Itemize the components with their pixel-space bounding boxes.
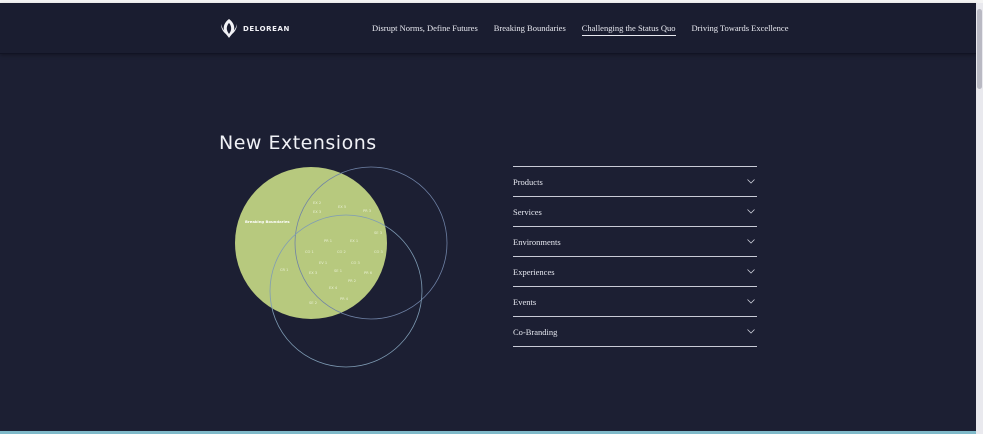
accordion-label: Experiences <box>513 266 555 277</box>
chevron-down-icon <box>747 299 755 304</box>
accordion-label: Environments <box>513 236 561 247</box>
venn-highlight-label: Breaking Boundaries <box>245 219 290 224</box>
venn-label: EX 3 <box>309 271 317 275</box>
venn-label: PR 3 <box>363 209 371 213</box>
venn-label: CR 1 <box>280 268 288 272</box>
venn-circle-highlight[interactable] <box>235 167 387 319</box>
venn-label: PR 2 <box>348 279 356 283</box>
logo-wordmark: DELOREAN <box>243 25 291 33</box>
chevron-down-icon <box>747 209 755 214</box>
main-nav: Disrupt Norms, Define Futures Breaking B… <box>372 23 804 36</box>
nav-link-driving-excellence[interactable]: Driving Towards Excellence <box>692 23 789 36</box>
venn-label: SE 3 <box>374 231 382 235</box>
site-header: DELOREAN Disrupt Norms, Define Futures B… <box>0 3 976 53</box>
chevron-down-icon <box>747 179 755 184</box>
delorean-logo-icon <box>221 19 237 38</box>
chevron-down-icon <box>747 329 755 334</box>
nav-link-challenging-status-quo[interactable]: Challenging the Status Quo <box>581 23 676 36</box>
accordion-label: Services <box>513 206 542 217</box>
nav-link-breaking-boundaries[interactable]: Breaking Boundaries <box>494 23 566 36</box>
accordion-item-services[interactable]: Services <box>513 196 757 226</box>
venn-diagram: Breaking Boundaries EX 2 EX 3 EX 5 PR 3 … <box>225 158 460 373</box>
venn-label: EX 1 <box>350 239 358 243</box>
venn-label: SE 2 <box>309 301 317 305</box>
accordion-item-environments[interactable]: Environments <box>513 226 757 256</box>
venn-label: SE 1 <box>334 269 342 273</box>
accordion-label: Products <box>513 176 543 187</box>
venn-label: PR 1 <box>324 239 332 243</box>
venn-label: CO 3 <box>351 261 360 265</box>
accordion-item-experiences[interactable]: Experiences <box>513 256 757 286</box>
chevron-down-icon <box>747 239 755 244</box>
venn-label: EX 2 <box>313 201 321 205</box>
nav-link-disrupt-norms[interactable]: Disrupt Norms, Define Futures <box>372 23 478 36</box>
venn-label: CO 3 <box>374 250 383 254</box>
scrollbar-thumb[interactable] <box>977 9 982 89</box>
extensions-accordion: Products Services Environments Experienc… <box>513 166 757 347</box>
venn-label: EX 3 <box>313 210 321 214</box>
venn-label: CO 1 <box>305 250 314 254</box>
venn-label: EX 5 <box>338 205 346 209</box>
accordion-label: Co-Branding <box>513 326 558 337</box>
venn-label: PR 4 <box>340 297 349 301</box>
venn-label: PR 6 <box>364 271 373 275</box>
venn-label: EX 4 <box>329 286 338 290</box>
accordion-item-events[interactable]: Events <box>513 286 757 316</box>
venn-label: CO 2 <box>337 250 346 254</box>
page-title: New Extensions <box>219 132 377 154</box>
logo[interactable]: DELOREAN <box>219 17 290 39</box>
accordion-item-co-branding[interactable]: Co-Branding <box>513 316 757 347</box>
accordion-item-products[interactable]: Products <box>513 166 757 196</box>
venn-label: EV 1 <box>319 261 327 265</box>
venn-diagram-svg: Breaking Boundaries EX 2 EX 3 EX 5 PR 3 … <box>235 166 448 368</box>
accordion-label: Events <box>513 296 537 307</box>
vertical-scrollbar[interactable] <box>976 3 983 434</box>
chevron-down-icon <box>747 269 755 274</box>
